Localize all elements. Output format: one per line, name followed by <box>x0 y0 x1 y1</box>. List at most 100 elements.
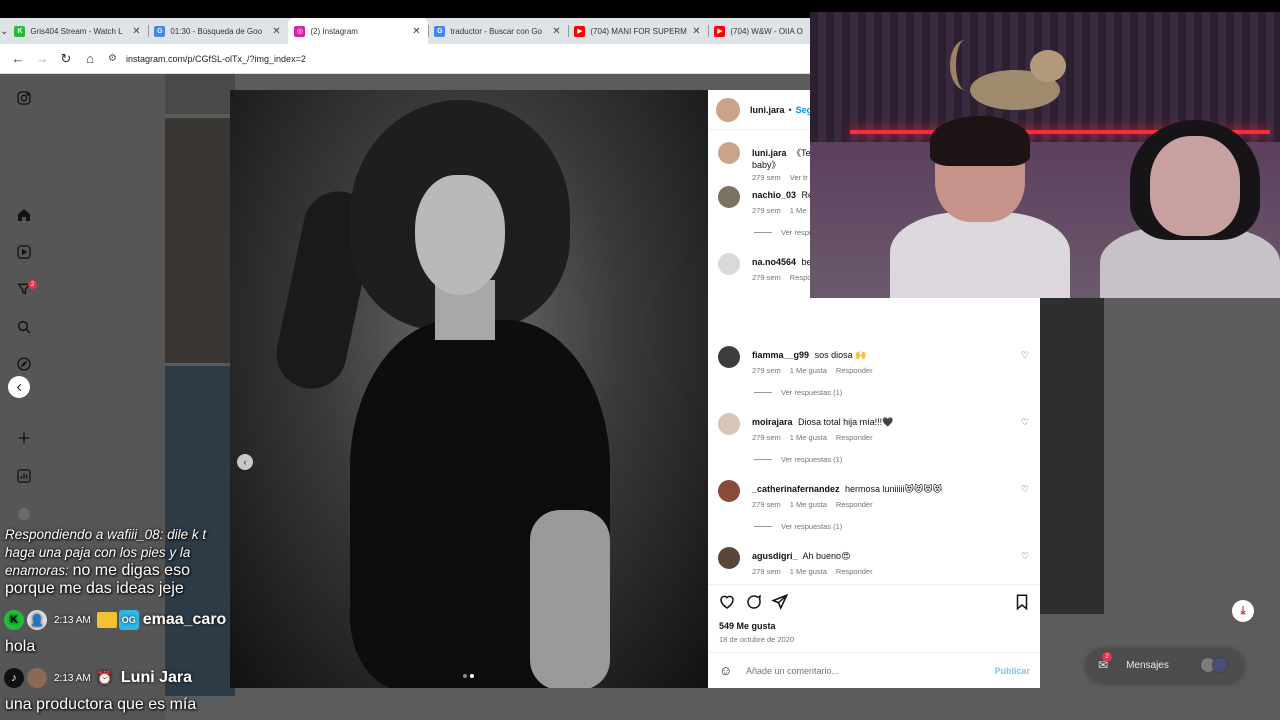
tab-close-icon[interactable]: ✕ <box>130 26 142 37</box>
comment-age: 279 sem <box>752 433 781 442</box>
previous-image-button[interactable]: ‹ <box>237 454 253 470</box>
reply-button[interactable]: Responder <box>836 366 873 375</box>
caption-avatar[interactable] <box>718 142 740 164</box>
pdf-extension-icon[interactable]: ⤓ <box>1232 600 1254 622</box>
commenter-username[interactable]: na.no4564 <box>752 257 796 267</box>
likes-count[interactable]: 549 Me gusta <box>719 621 776 631</box>
caption-username[interactable]: luni.jara <box>752 148 787 158</box>
commenter-avatar[interactable] <box>718 480 740 502</box>
tab-favicon-icon: ▶ <box>574 25 586 37</box>
comment-like-heart-icon[interactable]: ♡ <box>1021 350 1029 361</box>
tab-close-icon[interactable]: ✕ <box>550 26 562 37</box>
commenter-avatar[interactable] <box>718 186 740 208</box>
tab-close-icon[interactable]: ✕ <box>270 26 282 37</box>
tab-search-dropdown-icon[interactable]: ⌄ <box>0 18 8 44</box>
commenter-username[interactable]: nachio_03 <box>752 190 796 200</box>
collapse-chevron-icon[interactable] <box>8 376 30 398</box>
home-nav-icon[interactable] <box>14 205 34 225</box>
tab-list: K Gris404 Stream - Watch L ✕ G 01:30 - Búsqu… <box>8 18 848 44</box>
author-username[interactable]: luni.jara <box>750 105 785 115</box>
home-icon[interactable]: ⌂ <box>78 47 102 71</box>
tab-close-icon[interactable]: ✕ <box>410 26 422 37</box>
reels-icon[interactable] <box>14 242 34 262</box>
photo-shape <box>415 175 505 295</box>
tab-title: traductor - Buscar con Go <box>450 26 542 36</box>
browser-tab[interactable]: ◎ (2) Instagram ✕ <box>288 18 429 44</box>
tab-favicon-icon: G <box>434 25 446 37</box>
commenter-avatar[interactable] <box>718 253 740 275</box>
comment-likes[interactable]: 1 Me gusta <box>790 366 827 375</box>
emoji-icon[interactable]: ☺ <box>719 663 735 679</box>
browser-tab[interactable]: Gtraductor - Buscar con Go ✕ <box>428 18 568 44</box>
messages-button[interactable]: ✉ 2 Mensajes <box>1086 648 1244 682</box>
comment-body: hermosa luniiiii😻😻😻😻 <box>845 484 943 494</box>
chat-message-header: ♪ 2:13 AM ⏰ Luni Jara <box>4 667 192 689</box>
instagram-logo-icon[interactable] <box>14 88 34 108</box>
share-send-icon[interactable] <box>771 593 789 611</box>
chat-message: hola <box>5 638 36 655</box>
comment-likes[interactable]: 1 Me <box>790 206 807 215</box>
comment-like-heart-icon[interactable]: ♡ <box>1021 484 1029 495</box>
post-actions: 549 Me gusta 18 de octubre de 2020 <box>708 584 1040 644</box>
post-date: 18 de octubre de 2020 <box>719 635 795 644</box>
tab-close-icon[interactable]: ✕ <box>690 26 702 37</box>
reply-button[interactable]: Responder <box>836 433 873 442</box>
like-heart-icon[interactable] <box>718 593 736 611</box>
chat-time: 2:13 AM <box>54 614 91 626</box>
view-replies-button[interactable]: Ver respuestas (1) <box>754 388 842 397</box>
browser-tab[interactable]: ▶ (704) MANI FOR SUPERM ✕ <box>568 18 708 44</box>
tab-title: 01:30 - Búsqueda de Goo <box>170 26 263 36</box>
commenter-username[interactable]: agusdigri_ <box>752 551 798 561</box>
address-bar: ← → ↻ ⌂ ⚙ instagram.com/p/CGfSL-olTx_/?i… <box>0 44 810 74</box>
url-field[interactable]: ⚙ instagram.com/p/CGfSL-olTx_/?img_index… <box>108 47 798 70</box>
notification-badge: 2 <box>28 280 37 289</box>
comment-like-heart-icon[interactable]: ♡ <box>1021 551 1029 562</box>
commenter-avatar[interactable] <box>718 547 740 569</box>
commenter-avatar[interactable] <box>718 413 740 435</box>
tab-favicon-icon: ▶ <box>714 25 726 37</box>
commenter-username[interactable]: moirajara <box>752 417 793 427</box>
publish-button[interactable]: Publicar <box>994 666 1030 676</box>
comment-input[interactable]: Añade un comentario... <box>746 666 994 676</box>
comment-meta: 279 sem 1 Me gusta Responder <box>752 567 882 576</box>
create-plus-icon[interactable] <box>14 428 34 448</box>
comment-text: _catherinafernandez hermosa luniiiii😻😻😻😻 <box>752 484 1022 495</box>
site-info-icon[interactable]: ⚙ <box>108 53 126 64</box>
explore-compass-icon[interactable] <box>14 354 34 374</box>
background-tile <box>165 74 235 114</box>
comment-bubble-icon[interactable] <box>745 593 763 611</box>
forward-arrow-icon[interactable]: → <box>30 47 54 71</box>
reply-button[interactable]: Respo <box>790 273 812 282</box>
commenter-avatar[interactable] <box>718 346 740 368</box>
crown-badge-icon <box>96 612 117 628</box>
dashboard-icon[interactable] <box>14 466 34 486</box>
view-replies-button[interactable]: Ver respuestas (1) <box>754 522 842 531</box>
comment-likes[interactable]: 1 Me gusta <box>790 500 827 509</box>
search-icon[interactable] <box>14 317 34 337</box>
commenter-username[interactable]: fiamma__g99 <box>752 350 809 360</box>
profile-avatar-icon[interactable] <box>14 504 34 524</box>
reply-context-line: haga una paja con los pies y la <box>5 545 191 560</box>
post-photo[interactable] <box>230 90 708 688</box>
comment-likes[interactable]: 1 Me gusta <box>790 567 827 576</box>
comment-likes[interactable]: 1 Me gusta <box>790 433 827 442</box>
comment-text: fiamma__g99 sos diosa 🙌 <box>752 350 1022 361</box>
browser-tab[interactable]: G 01:30 - Búsqueda de Goo ✕ <box>148 18 288 44</box>
streamer-left <box>880 116 1070 298</box>
reply-button[interactable]: Responder <box>836 500 873 509</box>
reload-icon[interactable]: ↻ <box>54 47 78 71</box>
save-bookmark-icon[interactable] <box>1013 593 1031 611</box>
commenter-username[interactable]: _catherinafernandez <box>752 484 840 494</box>
comment-body: Diosa total hija mía!!!🖤 <box>798 417 894 427</box>
comment-like-heart-icon[interactable]: ♡ <box>1021 417 1029 428</box>
browser-tab[interactable]: K Gris404 Stream - Watch L ✕ <box>8 18 148 44</box>
view-replies-button[interactable]: Ver respu <box>754 228 813 237</box>
comment-text: agusdigri_ Ah bueno😍 <box>752 551 1022 562</box>
translate-link[interactable]: Ver tr <box>790 173 808 182</box>
reply-button[interactable]: Responder <box>836 567 873 576</box>
messages-label: Mensajes <box>1126 659 1169 671</box>
view-replies-button[interactable]: Ver respuestas (1) <box>754 455 842 464</box>
back-arrow-icon[interactable]: ← <box>6 47 30 71</box>
author-avatar[interactable] <box>716 97 740 122</box>
chat-message-header: K 👤 2:13 AM OG emaa_caro <box>4 609 226 631</box>
